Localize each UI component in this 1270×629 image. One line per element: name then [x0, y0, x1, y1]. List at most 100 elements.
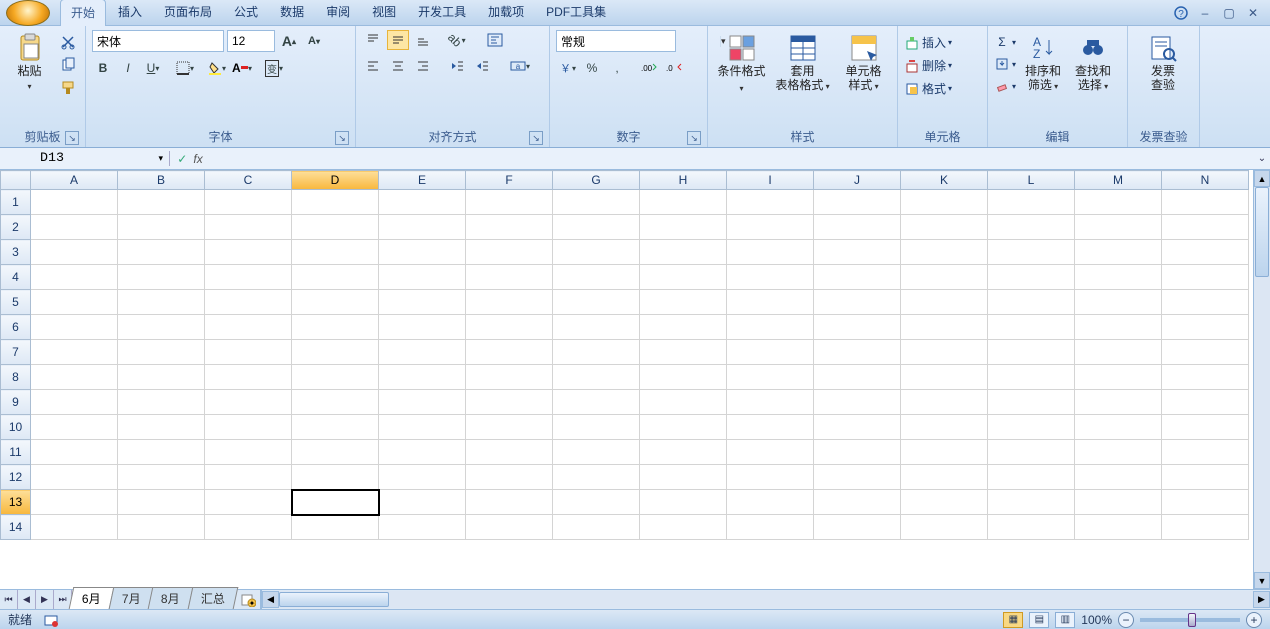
clipboard-dialog-launcher[interactable]: ↘ [65, 131, 79, 145]
cell[interactable] [205, 215, 292, 240]
align-bottom-button[interactable] [412, 30, 434, 50]
cell[interactable] [727, 265, 814, 290]
row-header[interactable]: 12 [1, 465, 31, 490]
cell[interactable] [205, 290, 292, 315]
cell[interactable] [466, 490, 553, 515]
cell[interactable] [379, 190, 466, 215]
column-header[interactable]: N [1162, 171, 1249, 190]
prev-sheet-button[interactable]: ◀ [18, 590, 36, 609]
cell[interactable] [901, 465, 988, 490]
cell-grid[interactable]: ABCDEFGHIJKLMN1234567891011121314 [0, 170, 1253, 589]
cell[interactable] [988, 365, 1075, 390]
align-left-button[interactable] [362, 56, 384, 76]
cell[interactable] [118, 465, 205, 490]
zoom-level[interactable]: 100% [1081, 613, 1112, 627]
cell[interactable] [118, 365, 205, 390]
cell[interactable] [1075, 515, 1162, 540]
scroll-down-icon[interactable]: ▼ [1254, 572, 1270, 589]
cell[interactable] [205, 465, 292, 490]
cell[interactable] [640, 215, 727, 240]
cell[interactable] [988, 240, 1075, 265]
zoom-out-button[interactable]: − [1118, 612, 1134, 628]
cell[interactable] [553, 215, 640, 240]
italic-button[interactable]: I [117, 58, 139, 78]
row-header[interactable]: 14 [1, 515, 31, 540]
column-header[interactable]: G [553, 171, 640, 190]
cell[interactable] [901, 365, 988, 390]
cell[interactable] [814, 440, 901, 465]
cell[interactable] [814, 240, 901, 265]
cell[interactable] [379, 440, 466, 465]
page-break-view-button[interactable]: ▥ [1055, 612, 1075, 628]
number-format-input[interactable] [557, 34, 720, 48]
cell[interactable] [640, 315, 727, 340]
cell[interactable] [988, 515, 1075, 540]
cell[interactable] [1162, 465, 1249, 490]
cell[interactable] [31, 440, 118, 465]
scroll-right-icon[interactable]: ▶ [1253, 591, 1270, 608]
tab-view[interactable]: 视图 [362, 0, 406, 26]
cell[interactable] [205, 515, 292, 540]
minimize-icon[interactable]: – [1198, 6, 1212, 20]
wrap-text-button[interactable] [484, 30, 506, 50]
paste-button[interactable]: 粘贴▾ [6, 30, 53, 96]
copy-button[interactable] [57, 55, 79, 75]
cell[interactable] [553, 340, 640, 365]
font-dialog-launcher[interactable]: ↘ [335, 131, 349, 145]
sheet-tab[interactable]: 7月 [108, 587, 153, 609]
cell[interactable] [1162, 390, 1249, 415]
cell[interactable] [727, 365, 814, 390]
cell[interactable] [118, 340, 205, 365]
cell[interactable] [118, 315, 205, 340]
align-dialog-launcher[interactable]: ↘ [529, 131, 543, 145]
first-sheet-button[interactable]: ⏮ [0, 590, 18, 609]
tab-data[interactable]: 数据 [270, 0, 314, 26]
fill-color-button[interactable]: ▾ [206, 58, 228, 78]
cell[interactable] [553, 515, 640, 540]
row-header[interactable]: 11 [1, 440, 31, 465]
comma-format-button[interactable]: , [606, 58, 628, 78]
cell[interactable] [901, 515, 988, 540]
cell[interactable] [640, 265, 727, 290]
cell[interactable] [292, 440, 379, 465]
cell[interactable] [118, 390, 205, 415]
cell[interactable] [1162, 415, 1249, 440]
sheet-tab[interactable]: 汇总 [188, 587, 239, 609]
cell[interactable] [379, 340, 466, 365]
cell[interactable] [814, 290, 901, 315]
tab-formulas[interactable]: 公式 [224, 0, 268, 26]
cell[interactable] [640, 415, 727, 440]
row-header[interactable]: 2 [1, 215, 31, 240]
row-header[interactable]: 6 [1, 315, 31, 340]
cell[interactable] [1075, 390, 1162, 415]
cell[interactable] [292, 340, 379, 365]
cell[interactable] [292, 465, 379, 490]
cell[interactable] [31, 290, 118, 315]
cell[interactable] [31, 390, 118, 415]
font-size-combo[interactable]: ▾ [227, 30, 275, 52]
column-header[interactable]: D [292, 171, 379, 190]
cell[interactable] [292, 390, 379, 415]
cell[interactable] [814, 465, 901, 490]
cell[interactable] [1075, 240, 1162, 265]
cell[interactable] [814, 415, 901, 440]
sheet-tab[interactable]: 6月 [69, 587, 114, 609]
close-icon[interactable]: ✕ [1246, 6, 1260, 20]
cell[interactable] [1075, 290, 1162, 315]
cell[interactable] [553, 265, 640, 290]
find-select-button[interactable]: 查找和 选择 ▾ [1070, 30, 1116, 96]
restore-icon[interactable]: ▢ [1222, 6, 1236, 20]
cell[interactable] [553, 490, 640, 515]
cell[interactable] [205, 365, 292, 390]
cell[interactable] [118, 265, 205, 290]
decrease-decimal-button[interactable]: .0 [663, 58, 685, 78]
cell[interactable] [118, 515, 205, 540]
cell[interactable] [1162, 215, 1249, 240]
fx-icon[interactable]: fx [193, 152, 202, 166]
cell[interactable] [988, 315, 1075, 340]
cell[interactable] [292, 515, 379, 540]
format-painter-button[interactable] [57, 78, 79, 98]
accounting-format-button[interactable]: ￥▾ [556, 58, 578, 78]
cell[interactable] [640, 290, 727, 315]
cell[interactable] [118, 440, 205, 465]
